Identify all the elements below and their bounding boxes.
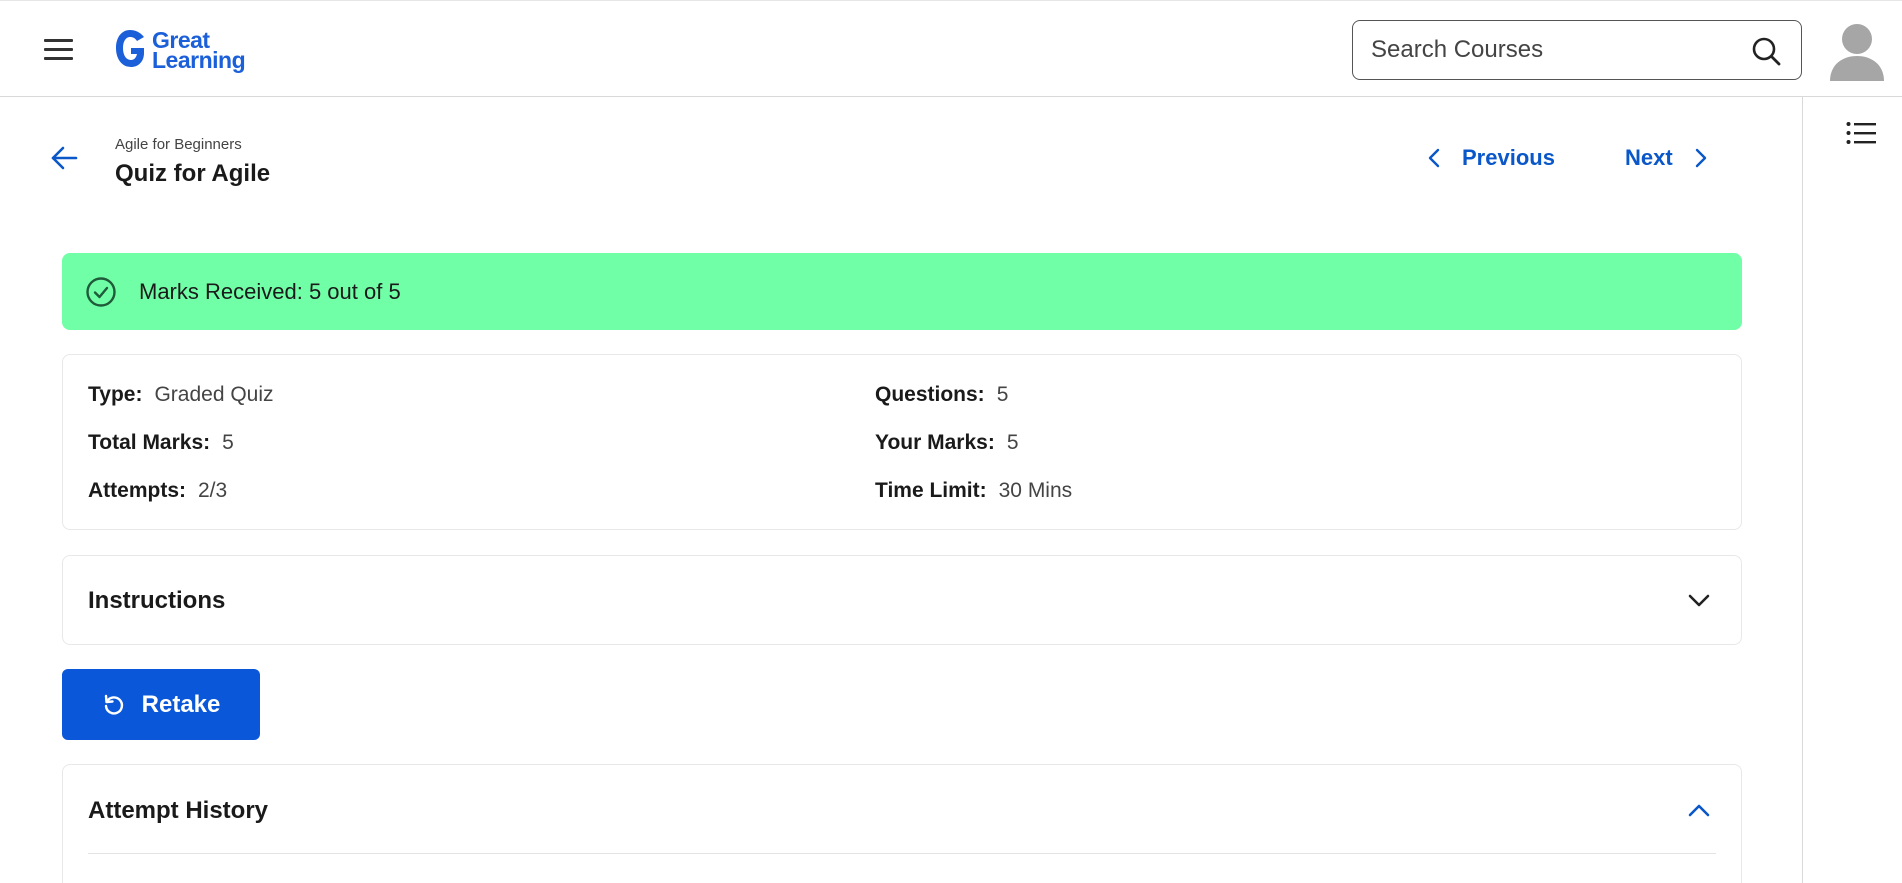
chevron-left-icon bbox=[1428, 148, 1440, 168]
page-title: Quiz for Agile bbox=[115, 160, 271, 187]
detail-attempts-value: 2/3 bbox=[198, 479, 228, 502]
detail-your-marks: Your Marks: 5 bbox=[875, 431, 1019, 455]
marks-received-banner: Marks Received: 5 out of 5 bbox=[62, 253, 1742, 330]
user-avatar-icon[interactable] bbox=[1828, 21, 1886, 81]
detail-type-value: Graded Quiz bbox=[154, 383, 274, 406]
detail-time-limit-label: Time Limit: bbox=[875, 479, 987, 502]
detail-questions-value: 5 bbox=[996, 383, 1009, 406]
retake-label: Retake bbox=[141, 690, 221, 718]
detail-your-marks-value: 5 bbox=[1006, 431, 1019, 454]
detail-type: Type: Graded Quiz bbox=[88, 383, 274, 407]
hamburger-menu-icon[interactable] bbox=[44, 39, 73, 61]
retake-button[interactable]: Retake bbox=[62, 669, 260, 740]
great-learning-logo[interactable]: Great Learning bbox=[114, 27, 246, 73]
detail-attempts: Attempts: 2/3 bbox=[88, 479, 227, 503]
chevron-down-icon[interactable] bbox=[1687, 593, 1711, 609]
detail-questions-label: Questions: bbox=[875, 383, 985, 406]
search-box bbox=[1352, 20, 1802, 80]
previous-label: Previous bbox=[1462, 145, 1555, 170]
logo-line-learning: Learning bbox=[152, 47, 246, 73]
list-icon[interactable] bbox=[1846, 121, 1876, 145]
top-header: Great Learning bbox=[0, 0, 1902, 97]
logo-text: Great Learning bbox=[152, 29, 246, 73]
detail-questions: Questions: 5 bbox=[875, 383, 1008, 407]
search-input[interactable] bbox=[1371, 31, 1731, 69]
quiz-details-card: Type: Graded Quiz Questions: 5 Total Marks… bbox=[62, 354, 1742, 530]
marks-received-text: Marks Received: 5 out of 5 bbox=[139, 278, 401, 304]
attempt-history-title: Attempt History bbox=[88, 797, 269, 824]
detail-time-limit: Time Limit: 30 Mins bbox=[875, 479, 1072, 503]
next-label: Next bbox=[1625, 145, 1673, 170]
great-learning-g-icon bbox=[116, 30, 144, 67]
instructions-title: Instructions bbox=[88, 587, 226, 614]
detail-total-marks-value: 5 bbox=[222, 431, 234, 454]
attempt-history-accordion[interactable]: Attempt History bbox=[62, 764, 1742, 883]
check-circle-icon bbox=[86, 276, 116, 307]
arrow-left-icon[interactable] bbox=[50, 146, 78, 170]
detail-type-label: Type: bbox=[88, 383, 143, 406]
refresh-icon bbox=[104, 694, 123, 715]
detail-total-marks-label: Total Marks: bbox=[88, 431, 211, 454]
detail-total-marks: Total Marks: 5 bbox=[88, 431, 234, 455]
previous-button[interactable]: Previous bbox=[1428, 145, 1555, 170]
next-button[interactable]: Next bbox=[1625, 145, 1707, 170]
detail-time-limit-value: 30 Mins bbox=[998, 479, 1073, 502]
detail-attempts-label: Attempts: bbox=[88, 479, 186, 502]
chevron-up-icon[interactable] bbox=[1687, 802, 1711, 818]
detail-your-marks-label: Your Marks: bbox=[875, 431, 995, 454]
breadcrumb: Agile for Beginners bbox=[115, 136, 242, 153]
search-icon[interactable] bbox=[1751, 36, 1781, 66]
right-side-rail bbox=[1802, 97, 1902, 883]
attempt-history-divider bbox=[88, 853, 1716, 854]
chevron-right-icon bbox=[1695, 148, 1706, 168]
instructions-accordion[interactable]: Instructions bbox=[62, 555, 1742, 645]
